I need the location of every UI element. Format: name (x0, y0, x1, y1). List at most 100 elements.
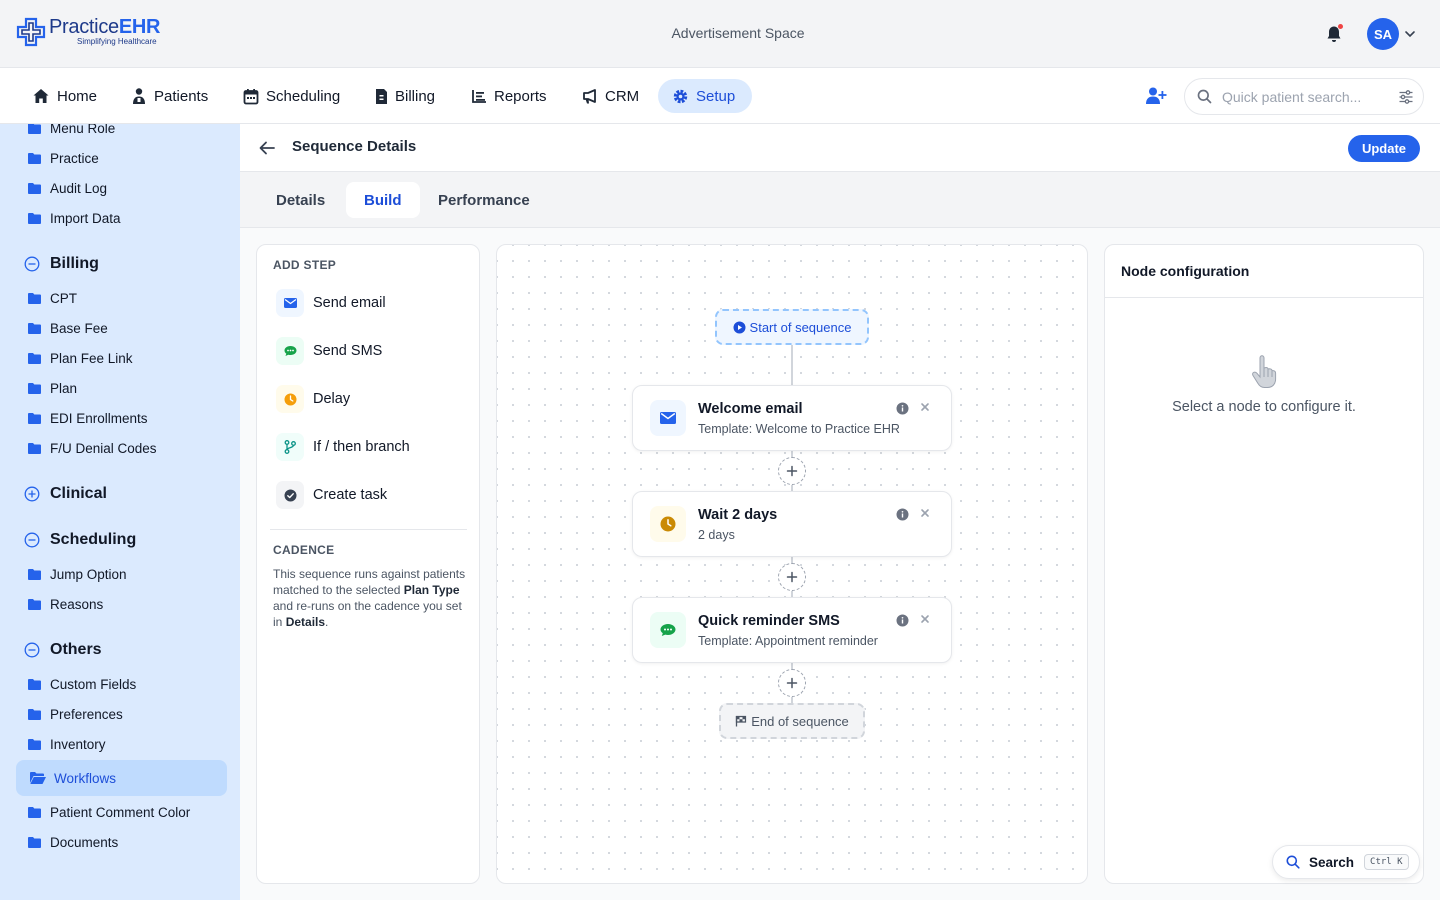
folder-icon (28, 568, 41, 580)
sidebar-item-inventory[interactable]: Inventory (28, 734, 106, 754)
folder-icon (28, 124, 41, 134)
sidebar-item-import-data[interactable]: Import Data (28, 208, 121, 228)
sidebar-item-plan[interactable]: Plan (28, 378, 77, 398)
filter-sliders-icon[interactable] (1398, 89, 1414, 105)
sidebar-group-billing[interactable]: Billing (24, 253, 99, 275)
sidebar-item-practice[interactable]: Practice (28, 148, 99, 168)
config-empty-text: Select a node to configure it. (1172, 399, 1356, 415)
megaphone-icon (583, 88, 596, 103)
sidebar-item-custom-fields[interactable]: Custom Fields (28, 674, 136, 694)
home-icon (33, 89, 49, 103)
add-step-between-button[interactable] (778, 457, 806, 485)
sidebar-item-patient-comment-color[interactable]: Patient Comment Color (28, 802, 190, 822)
plus-icon (786, 465, 798, 477)
sidebar-group-scheduling[interactable]: Scheduling (24, 529, 136, 551)
nav-billing[interactable]: Billing (361, 79, 449, 113)
sidebar-item-base-fee[interactable]: Base Fee (28, 318, 108, 338)
sequence-node-welcome-email[interactable]: Welcome email Template: Welcome to Pract… (632, 385, 952, 451)
patient-icon (133, 88, 145, 104)
add-patient-icon[interactable] (1145, 85, 1167, 107)
config-title: Node configuration (1121, 263, 1250, 279)
folder-icon (28, 836, 41, 848)
nav-scheduling[interactable]: Scheduling (229, 79, 354, 113)
info-icon[interactable] (896, 402, 909, 415)
cadence-heading: CADENCE (273, 543, 335, 557)
end-of-sequence-node[interactable]: End of sequence (719, 703, 865, 739)
step-create-task[interactable]: Create task (276, 481, 387, 509)
sidebar-item-workflows[interactable]: Workflows (16, 760, 227, 796)
sidebar-item-documents[interactable]: Documents (28, 832, 118, 852)
step-send-sms[interactable]: Send SMS (276, 337, 382, 365)
folder-icon (28, 152, 41, 164)
sidebar-item-edi-enrollments[interactable]: EDI Enrollments (28, 408, 148, 428)
folder-icon (28, 352, 41, 364)
sidebar-item-cpt[interactable]: CPT (28, 288, 77, 308)
sequence-node-wait[interactable]: Wait 2 days 2 days (632, 491, 952, 557)
cadence-description: This sequence runs against patients matc… (273, 567, 466, 629)
chat-icon (650, 612, 686, 648)
check-circle-icon (276, 481, 304, 509)
folder-icon (28, 708, 41, 720)
sidebar-item-reasons[interactable]: Reasons (28, 594, 103, 614)
folder-icon (28, 382, 41, 394)
nav-setup[interactable]: Setup (658, 79, 752, 113)
sidebar-item-plan-fee-link[interactable]: Plan Fee Link (28, 348, 133, 368)
flag-icon (736, 715, 747, 727)
sidebar-item-menu-role[interactable]: Menu Role (28, 124, 115, 138)
sidebar-item-audit-log[interactable]: Audit Log (28, 178, 107, 198)
search-icon (1286, 855, 1300, 869)
step-if-then-branch[interactable]: If / then branch (276, 433, 410, 461)
quick-search-input[interactable] (1222, 88, 1392, 105)
tab-details[interactable]: Details (258, 182, 343, 218)
folder-icon (28, 182, 41, 194)
node-title: Quick reminder SMS (698, 613, 840, 629)
tab-build[interactable]: Build (346, 182, 420, 218)
user-avatar[interactable]: SA (1367, 18, 1399, 50)
info-icon[interactable] (896, 614, 909, 627)
global-search-button[interactable]: Search Ctrl K (1272, 845, 1420, 879)
folder-icon (28, 322, 41, 334)
add-step-heading: ADD STEP (273, 258, 337, 272)
expand-circle-icon (24, 486, 40, 502)
sidebar-group-others[interactable]: Others (24, 639, 102, 661)
folder-icon (28, 678, 41, 690)
nav-crm[interactable]: CRM (567, 79, 653, 113)
back-arrow-icon[interactable] (258, 139, 276, 157)
sequence-node-reminder-sms[interactable]: Quick reminder SMS Template: Appointment… (632, 597, 952, 663)
close-icon[interactable] (919, 613, 931, 625)
clock-icon (650, 506, 686, 542)
update-button[interactable]: Update (1348, 135, 1420, 162)
nav-patients[interactable]: Patients (117, 79, 222, 113)
add-step-between-button[interactable] (778, 669, 806, 697)
envelope-icon (650, 400, 686, 436)
config-divider (1105, 297, 1423, 298)
sidebar-item-jump-option[interactable]: Jump Option (28, 564, 127, 584)
quick-patient-search[interactable] (1184, 78, 1424, 115)
step-delay[interactable]: Delay (276, 385, 350, 413)
search-label: Search (1309, 854, 1355, 870)
node-subtitle: Template: Welcome to Practice EHR (698, 422, 900, 436)
start-of-sequence-node[interactable]: Start of sequence (715, 309, 869, 345)
branch-icon (276, 433, 304, 461)
close-icon[interactable] (919, 401, 931, 413)
sidebar-item-fu-denial-codes[interactable]: F/U Denial Codes (28, 438, 157, 458)
calendar-icon (243, 88, 259, 104)
pointer-hand-icon (1252, 355, 1277, 388)
add-step-between-button[interactable] (778, 563, 806, 591)
node-subtitle: Template: Appointment reminder (698, 634, 878, 648)
tab-performance[interactable]: Performance (420, 182, 548, 218)
sidebar-item-preferences[interactable]: Preferences (28, 704, 123, 724)
nav-home[interactable]: Home (18, 79, 111, 113)
panel-divider (270, 529, 467, 530)
collapse-circle-icon (24, 642, 40, 658)
chevron-down-icon[interactable] (1404, 28, 1416, 40)
chat-icon (276, 337, 304, 365)
close-icon[interactable] (919, 507, 931, 519)
folder-icon (28, 442, 41, 454)
nav-reports[interactable]: Reports (457, 79, 561, 113)
info-icon[interactable] (896, 508, 909, 521)
sidebar-group-clinical[interactable]: Clinical (24, 483, 107, 505)
step-send-email[interactable]: Send email (276, 289, 386, 317)
gear-icon (673, 89, 688, 103)
node-subtitle: 2 days (698, 528, 735, 542)
